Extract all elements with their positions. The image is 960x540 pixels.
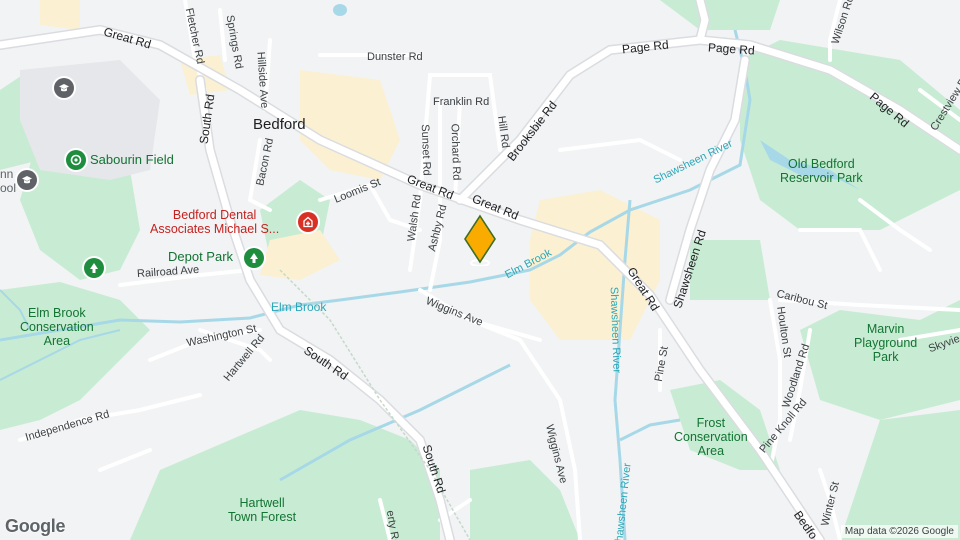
road-label-sunset-rd: Sunset Rd [418,124,433,176]
park-label-frost-conservation[interactable]: Frost Conservation Area [674,416,748,458]
diamond-marker-icon[interactable] [463,214,497,271]
park-label-sabourin-field[interactable]: Sabourin Field [90,153,174,167]
park-label-depot-park[interactable]: Depot Park [168,250,233,264]
graduation-cap-icon[interactable] [17,170,37,190]
sports-field-icon[interactable] [66,150,86,170]
poi-label-bedford-dental[interactable]: Bedford Dental Associates Michael S... [150,208,279,236]
tree-icon[interactable] [244,248,264,268]
park-label-elm-brook-conservation[interactable]: Elm Brook Conservation Area [20,306,94,348]
road-label-franklin-rd: Franklin Rd [433,96,490,108]
google-logo: Google [5,516,66,536]
poi-label-school-partial[interactable]: nn ool [0,167,16,195]
road-label-dunster-rd: Dunster Rd [367,51,423,63]
park-label-marvin-playground[interactable]: Marvin Playground Park [854,322,917,364]
graduation-cap-icon[interactable] [54,78,74,98]
medical-cross-icon[interactable] [298,212,318,232]
tree-icon[interactable] [84,258,104,278]
water-label-elm-brook-w: Elm Brook [271,300,327,314]
pond [333,4,347,16]
map-canvas[interactable]: Bedford Great Rd Great Rd Great Rd Great… [0,0,960,540]
road-label-orchard-rd: Orchard Rd [448,123,463,181]
park-label-old-bedford-reservoir[interactable]: Old Bedford Reservoir Park [780,157,863,185]
place-label-bedford: Bedford [253,116,306,133]
map-attribution[interactable]: Map data ©2026 Google [840,525,958,538]
park-label-hartwell-town-forest[interactable]: Hartwell Town Forest [228,496,296,524]
